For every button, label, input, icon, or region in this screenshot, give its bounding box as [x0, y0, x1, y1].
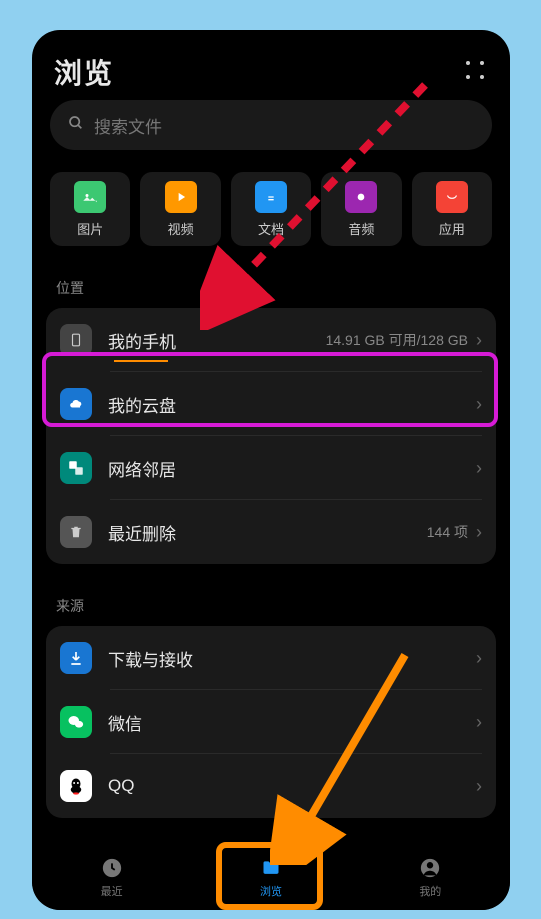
chevron-right-icon: ›	[476, 458, 482, 479]
my-cloud-item[interactable]: 我的云盘 ›	[46, 372, 496, 436]
bottom-nav-bar: 最近 浏览 我的	[32, 845, 510, 910]
qq-icon	[60, 770, 92, 802]
chevron-right-icon: ›	[476, 712, 482, 733]
nav-mine[interactable]: 我的	[418, 856, 442, 899]
location-list: 我的手机 14.91 GB 可用/128 GB › 我的云盘 › 网络邻居 ›	[46, 308, 496, 564]
chevron-right-icon: ›	[476, 776, 482, 797]
image-icon	[74, 181, 106, 213]
category-documents[interactable]: 文档	[231, 172, 311, 246]
nav-browse[interactable]: 浏览	[259, 856, 283, 899]
underline-decoration	[114, 360, 168, 362]
nav-recent[interactable]: 最近	[100, 856, 124, 899]
chevron-right-icon: ›	[476, 648, 482, 669]
network-icon	[60, 452, 92, 484]
network-neighbor-item[interactable]: 网络邻居 ›	[46, 436, 496, 500]
download-receive-item[interactable]: 下载与接收 ›	[46, 626, 496, 690]
recent-delete-item[interactable]: 最近删除 144 项 ›	[46, 500, 496, 564]
wechat-icon	[60, 706, 92, 738]
source-list: 下载与接收 › 微信 › QQ ›	[46, 626, 496, 818]
clock-icon	[100, 856, 124, 880]
person-icon	[418, 856, 442, 880]
location-section-label: 位置	[32, 246, 510, 308]
app-icon	[436, 181, 468, 213]
audio-icon	[345, 181, 377, 213]
chevron-right-icon: ›	[476, 330, 482, 351]
phone-icon	[60, 324, 92, 356]
source-section-label: 来源	[32, 564, 510, 626]
header-bar: 浏览	[32, 30, 510, 106]
search-placeholder: 搜索文件	[94, 113, 162, 138]
category-audio[interactable]: 音频	[321, 172, 401, 246]
folder-icon	[259, 856, 283, 880]
wechat-item[interactable]: 微信 ›	[46, 690, 496, 754]
search-input[interactable]: 搜索文件	[50, 100, 492, 150]
chevron-right-icon: ›	[476, 394, 482, 415]
cloud-icon	[60, 388, 92, 420]
download-icon	[60, 642, 92, 674]
category-images[interactable]: 图片	[50, 172, 130, 246]
trash-icon	[60, 516, 92, 548]
category-videos[interactable]: 视频	[140, 172, 220, 246]
document-icon	[255, 181, 287, 213]
chevron-right-icon: ›	[476, 522, 482, 543]
category-row: 图片 视频 文档 音频	[32, 150, 510, 246]
qq-item[interactable]: QQ ›	[46, 754, 496, 818]
category-apps[interactable]: 应用	[412, 172, 492, 246]
menu-grid-icon[interactable]	[466, 61, 488, 83]
search-icon	[68, 115, 84, 136]
video-icon	[165, 181, 197, 213]
phone-frame: 浏览 搜索文件 图片 视频	[32, 30, 510, 910]
my-phone-item[interactable]: 我的手机 14.91 GB 可用/128 GB ›	[46, 308, 496, 372]
page-title: 浏览	[54, 52, 114, 92]
